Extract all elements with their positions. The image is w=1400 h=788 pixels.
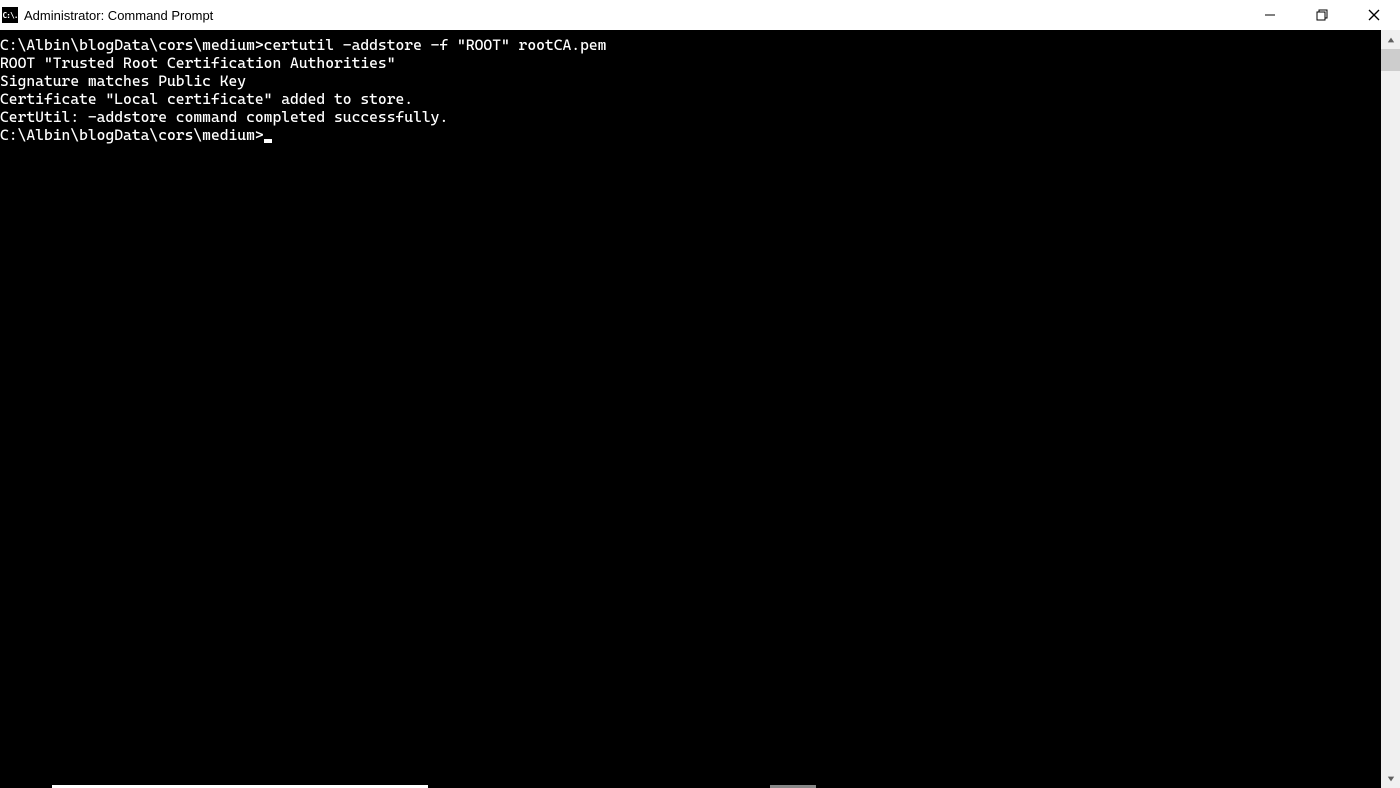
cmd-icon-text: C:\. [2,11,17,20]
close-button[interactable] [1348,0,1400,30]
scroll-up-button[interactable] [1381,30,1400,49]
cmd-icon: C:\. [2,7,18,23]
terminal-line: Certificate "Local certificate" added to… [0,90,1381,108]
terminal-line: Signature matches Public Key [0,72,1381,90]
window-titlebar: C:\. Administrator: Command Prompt [0,0,1400,30]
window-controls [1244,0,1400,30]
minimize-button[interactable] [1244,0,1296,30]
chevron-down-icon [1387,775,1395,783]
scroll-down-button[interactable] [1381,769,1400,788]
terminal-line: C:\Albin\blogData\cors\medium>certutil -… [0,36,1381,54]
close-icon [1368,9,1380,21]
terminal-cursor [264,139,272,143]
maximize-button[interactable] [1296,0,1348,30]
terminal-line: CertUtil: -addstore command completed su… [0,108,1381,126]
terminal-line: ROOT "Trusted Root Certification Authori… [0,54,1381,72]
window-title: Administrator: Command Prompt [24,8,1244,23]
chevron-up-icon [1387,36,1395,44]
vertical-scrollbar[interactable] [1381,30,1400,788]
terminal-output[interactable]: C:\Albin\blogData\cors\medium>certutil -… [0,30,1381,788]
terminal-area: C:\Albin\blogData\cors\medium>certutil -… [0,30,1400,788]
terminal-line: C:\Albin\blogData\cors\medium> [0,126,1381,144]
minimize-icon [1264,9,1276,21]
scroll-thumb[interactable] [1381,49,1400,71]
maximize-icon [1316,9,1328,21]
scroll-track[interactable] [1381,49,1400,769]
